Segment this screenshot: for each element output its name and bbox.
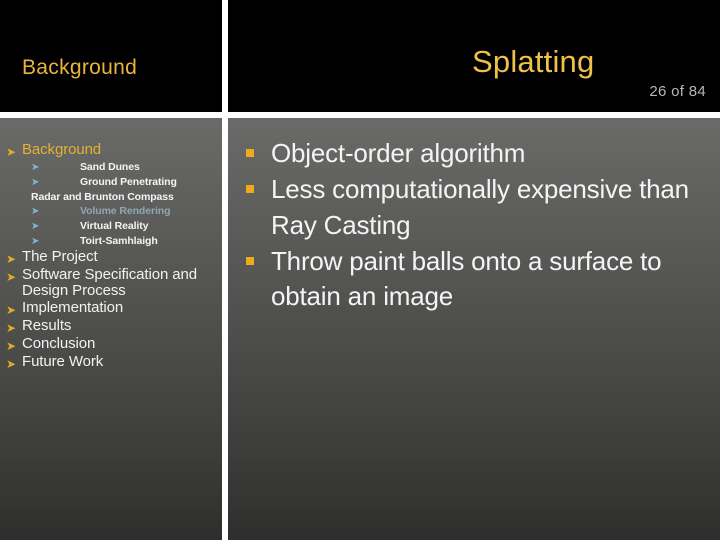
- arrow-bullet-icon: ➤: [31, 176, 40, 188]
- arrow-bullet-icon: ➤: [6, 356, 17, 371]
- sidebar-item-software-specification-and-design-process[interactable]: ➤ Software Specification and Design Proce…: [0, 265, 222, 299]
- sidebar-item-label: Results: [22, 317, 72, 335]
- bullet-text: Throw paint balls onto a surface to obta…: [271, 246, 662, 312]
- arrow-bullet-icon: ➤: [6, 269, 17, 284]
- slide-counter: 26 of 84: [649, 83, 706, 100]
- arrow-bullet-icon: ➤: [31, 221, 40, 233]
- sidebar-item-label: The Project: [22, 247, 98, 265]
- sidebar-item-implementation[interactable]: ➤ Implementation: [0, 299, 222, 318]
- bullet-item: Less computationally expensive than Ray …: [242, 172, 704, 243]
- content-panel: Object-order algorithm Less computational…: [228, 118, 720, 540]
- sidebar-item-results[interactable]: ➤ Results: [0, 317, 222, 336]
- sidebar-item-future-work[interactable]: ➤ Future Work: [0, 352, 222, 371]
- bullet-item: Object-order algorithm: [242, 136, 704, 171]
- bullet-item: Throw paint balls onto a surface to obta…: [242, 244, 704, 315]
- arrow-bullet-icon: ➤: [6, 303, 17, 318]
- sidebar-item-sand-dunes[interactable]: ➤ Sand Dunes: [0, 160, 222, 174]
- sidebar-panel: ➤ Background ➤ Sand Dunes ➤ Ground Penetratin…: [0, 118, 222, 540]
- bullet-text: Less computationally expensive than Ray …: [271, 174, 689, 240]
- sidebar-item-label: Sand Dunes: [80, 160, 140, 173]
- arrow-bullet-icon: ➤: [6, 251, 17, 266]
- presentation-slide: Background Splatting 26 of 84 ➤ Backgroun…: [0, 0, 720, 540]
- square-bullet-icon: [246, 257, 254, 266]
- sidebar-nav: ➤ Background ➤ Sand Dunes ➤ Ground Penetratin…: [0, 118, 222, 372]
- sidebar-item-label: Software Specification and Design Proces…: [22, 265, 198, 299]
- sidebar-item-label: Volume Rendering: [80, 205, 171, 218]
- sidebar-item-label: Radar and Brunton Compass: [31, 190, 174, 203]
- sidebar-item-ground-penetrating[interactable]: ➤ Ground Penetrating: [0, 175, 222, 189]
- sidebar-item-label: Implementation: [22, 299, 124, 317]
- page-title: Splatting: [472, 44, 595, 79]
- sidebar-item-conclusion[interactable]: ➤ Conclusion: [0, 334, 222, 353]
- sidebar-item-label: Toirt-Samhlaigh: [80, 234, 158, 247]
- sidebar-item-label: Virtual Reality: [80, 220, 149, 233]
- arrow-bullet-icon: ➤: [6, 145, 17, 159]
- slide-header-band: Splatting 26 of 84: [228, 0, 720, 112]
- sidebar-item-the-project[interactable]: ➤ The Project: [0, 247, 222, 266]
- sidebar-item-label: Ground Penetrating: [80, 175, 177, 188]
- bullet-list: Object-order algorithm Less computational…: [228, 118, 720, 316]
- sidebar-item-toirt-samhlaigh[interactable]: ➤ Toirt-Samhlaigh: [0, 234, 222, 248]
- arrow-bullet-icon: ➤: [6, 321, 17, 336]
- sidebar-item-label: Future Work: [22, 352, 104, 370]
- sidebar-item-volume-rendering[interactable]: ➤ Volume Rendering: [0, 204, 222, 218]
- sidebar-item-radar-and-brunton-compass[interactable]: Radar and Brunton Compass: [0, 190, 222, 204]
- sidebar-item-label: Background: [22, 141, 102, 158]
- sidebar-header-band: Background: [0, 0, 222, 112]
- square-bullet-icon: [246, 185, 254, 194]
- square-bullet-icon: [246, 149, 254, 157]
- sidebar-section-title: Background: [22, 56, 138, 79]
- arrow-bullet-icon: ➤: [31, 161, 40, 173]
- arrow-bullet-icon: ➤: [6, 338, 17, 353]
- sidebar-item-virtual-reality[interactable]: ➤ Virtual Reality: [0, 219, 222, 233]
- arrow-bullet-icon: ➤: [31, 206, 40, 218]
- sidebar-item-background[interactable]: ➤ Background: [0, 141, 222, 159]
- bullet-text: Object-order algorithm: [271, 138, 526, 168]
- sidebar-item-label: Conclusion: [22, 334, 96, 352]
- arrow-bullet-icon: ➤: [31, 235, 40, 247]
